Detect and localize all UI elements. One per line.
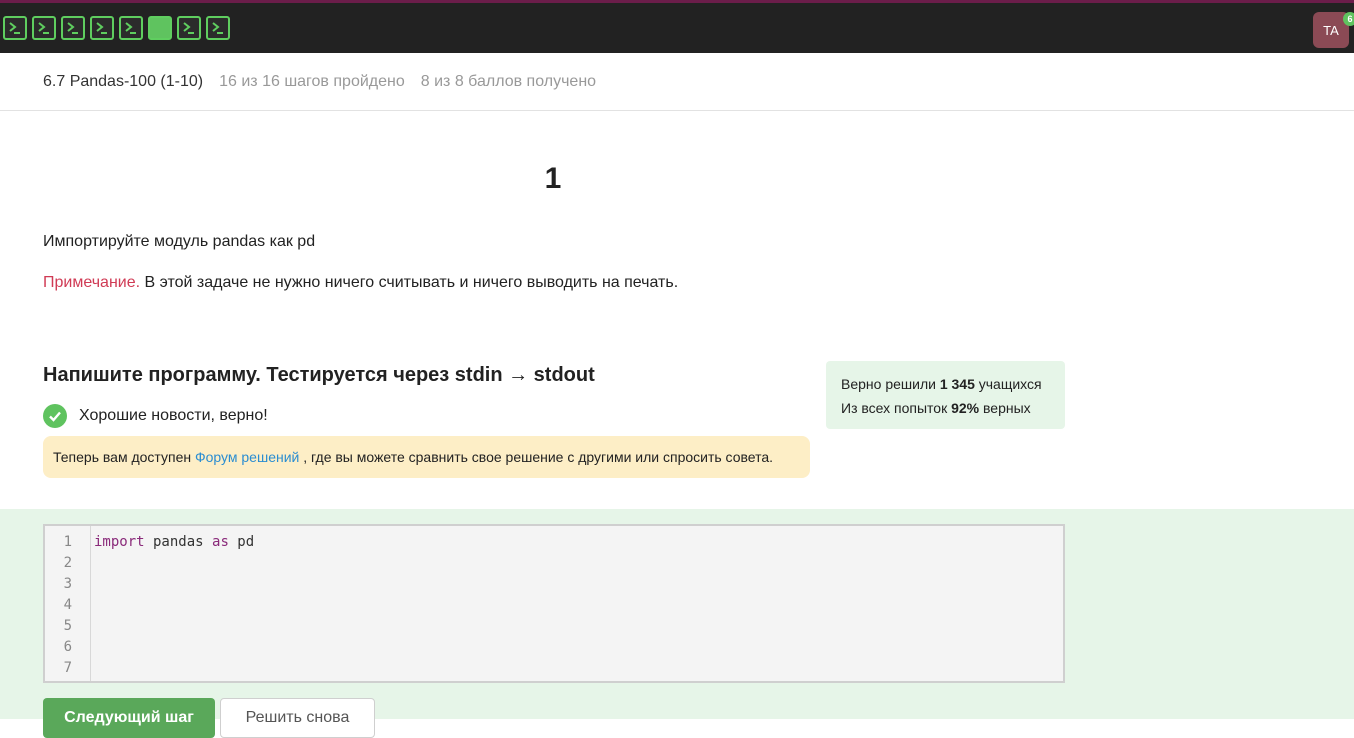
- step-title: 1: [544, 162, 562, 195]
- code-keyword: import: [94, 534, 145, 550]
- code-content[interactable]: import pandas as pd: [91, 526, 254, 681]
- checkmark-icon: [43, 404, 67, 428]
- terminal-icon: [183, 22, 194, 34]
- solved-count: 1 345: [939, 376, 975, 392]
- solved-suffix: учащихся: [974, 376, 1042, 392]
- step-7-button[interactable]: [177, 16, 201, 40]
- forum-link[interactable]: Форум решений: [195, 449, 299, 465]
- code-text: pandas: [144, 534, 213, 550]
- step-3-button[interactable]: [61, 16, 85, 40]
- step-2-button[interactable]: [32, 16, 56, 40]
- step-1-button[interactable]: [3, 16, 27, 40]
- line-number: 6: [63, 639, 72, 655]
- attempts-percent: 92%: [951, 400, 980, 416]
- code-editor[interactable]: 1 2 3 4 5 6 7 import pandas as pd: [43, 524, 1065, 683]
- terminal-icon: [9, 22, 20, 34]
- forum-suffix: , где вы можете сравнить свое решение с …: [299, 449, 774, 465]
- lesson-progress: 16 из 16 шагов пройдено: [219, 72, 405, 90]
- result-text: Хорошие новости, верно!: [79, 407, 268, 424]
- stats-panel: Верно решили 1 345 учащихся Из всех попы…: [826, 361, 1065, 429]
- line-number: 5: [63, 618, 72, 634]
- attempts-stat: Из всех попыток 92% верных: [841, 396, 1050, 420]
- step-8-button[interactable]: [206, 16, 230, 40]
- code-keyword: as: [212, 534, 229, 550]
- task-note: Примечание. В этой задаче не нужно ничег…: [43, 274, 678, 292]
- exercise-title: Напишите программу. Тестируется через st…: [43, 364, 595, 386]
- forum-notice: Теперь вам доступен Форум решений , где …: [43, 436, 810, 478]
- step-navigation: [3, 16, 230, 40]
- terminal-icon: [67, 22, 78, 34]
- terminal-icon: [38, 22, 49, 34]
- line-number: 4: [63, 597, 72, 613]
- step-5-button[interactable]: [119, 16, 143, 40]
- task-text: Импортируйте модуль pandas как pd: [43, 233, 316, 250]
- attempts-suffix: верных: [979, 400, 1031, 416]
- notification-badge: 6: [1343, 12, 1354, 26]
- step-4-button[interactable]: [90, 16, 114, 40]
- terminal-icon: [212, 22, 223, 34]
- line-number: 1: [63, 534, 72, 550]
- line-numbers: 1 2 3 4 5 6 7: [45, 526, 91, 681]
- top-navbar: TA 6: [0, 0, 1354, 53]
- line-number: 3: [63, 576, 72, 592]
- note-text: В этой задаче не нужно ничего считывать …: [140, 274, 679, 291]
- forum-prefix: Теперь вам доступен: [53, 449, 195, 465]
- next-step-button[interactable]: Следующий шаг: [43, 698, 215, 738]
- line-number: 7: [63, 660, 72, 676]
- attempts-prefix: Из всех попыток: [841, 400, 952, 416]
- step-6-button-current[interactable]: [148, 16, 172, 40]
- terminal-icon: [125, 22, 136, 34]
- lesson-score: 8 из 8 баллов получено: [420, 72, 597, 90]
- terminal-icon: [96, 22, 107, 34]
- solve-again-button[interactable]: Решить снова: [220, 698, 375, 738]
- result-message: Хорошие новости, верно!: [43, 404, 268, 428]
- line-number: 2: [63, 555, 72, 571]
- solved-prefix: Верно решили: [841, 376, 940, 392]
- code-line[interactable]: import pandas as pd: [94, 532, 254, 553]
- lesson-title[interactable]: 6.7 Pandas-100 (1-10): [43, 73, 203, 91]
- lesson-header: 6.7 Pandas-100 (1-10) 16 из 16 шагов про…: [0, 53, 1354, 111]
- note-label: Примечание.: [43, 274, 141, 291]
- code-text: pd: [228, 534, 255, 550]
- solved-stat: Верно решили 1 345 учащихся: [841, 372, 1050, 396]
